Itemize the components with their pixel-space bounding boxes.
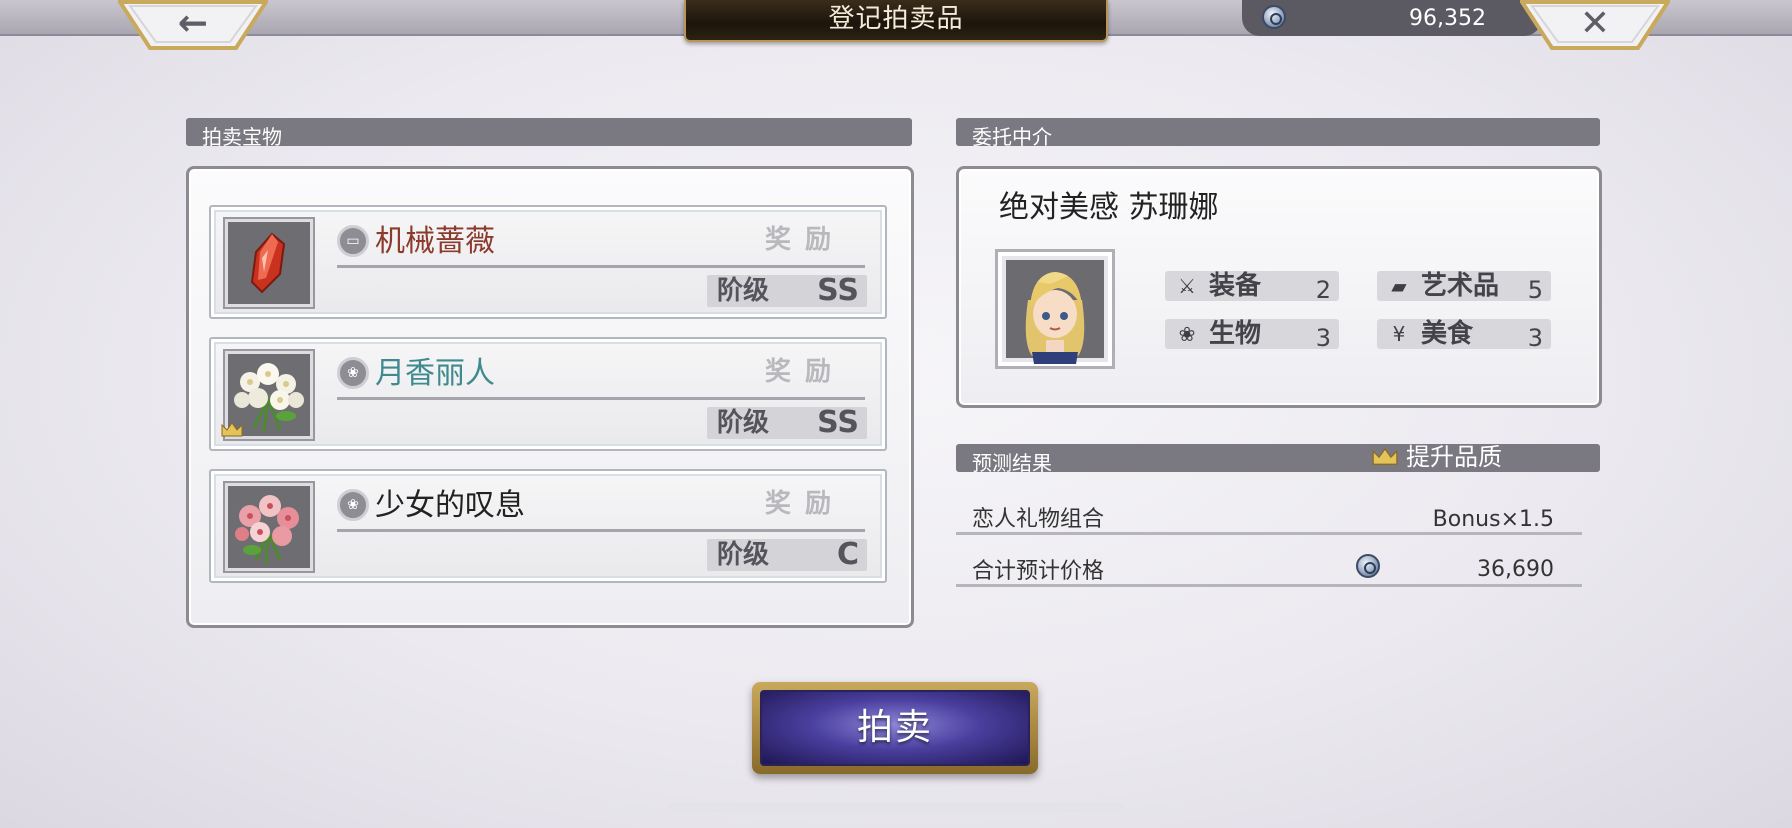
creature-category-icon: ❀: [337, 357, 369, 389]
stat-label: 装备: [1209, 271, 1262, 301]
agent-avatar-icon: [1006, 260, 1104, 364]
grade-label: 阶级: [717, 408, 770, 438]
stat-label: 生物: [1209, 319, 1262, 349]
grade-badge: 阶级 SS: [707, 407, 867, 439]
art-category-icon: ▭: [337, 225, 369, 257]
grade-value: C: [836, 537, 859, 572]
treasure-section-label: 拍卖宝物: [202, 125, 282, 149]
divider: [337, 397, 865, 400]
stat-value: 2: [1315, 276, 1331, 304]
crown-icon: [1372, 447, 1398, 465]
currency-display: 96,352: [1242, 0, 1542, 36]
close-icon: ✕: [1579, 3, 1611, 44]
stat-food: ¥ 美食 3: [1377, 319, 1551, 352]
grade-badge: 阶级 SS: [707, 275, 867, 307]
treasure-card-3[interactable]: ❀ 少女的叹息 奖励 阶级 C: [209, 469, 887, 583]
result-row-value: Bonus×1.5: [1432, 507, 1554, 532]
back-arrow-icon: ←: [177, 3, 209, 44]
agent-portrait: [995, 249, 1115, 369]
result-row-label: 合计预计价格: [972, 559, 1105, 584]
coin-icon: [1262, 5, 1286, 29]
crown-icon: [221, 422, 243, 437]
title-plate: 登记拍卖品: [684, 0, 1108, 42]
agent-panel[interactable]: 绝对美感 苏珊娜 ⚔ 装备 2 ▰ 艺术品 5 ❀ 生物 3 ¥ 美食 3: [956, 166, 1602, 408]
stat-art: ▰ 艺术品 5: [1377, 271, 1551, 304]
red-crystal-icon: [228, 222, 310, 304]
reward-label: 奖励: [764, 489, 845, 519]
result-row-divider: [956, 532, 1582, 535]
result-row-label: 恋人礼物组合: [972, 507, 1105, 532]
grade-value: SS: [817, 405, 859, 440]
divider: [337, 529, 865, 532]
agent-name: 绝对美感 苏珊娜: [999, 190, 1219, 225]
back-button[interactable]: ←: [118, 0, 268, 50]
equipment-icon: ⚔: [1178, 274, 1196, 298]
treasure-panel: ▭ 机械蔷薇 奖励 阶级 SS ❀ 月香丽人 奖励 阶级 SS ❀ 少女的叹息 …: [186, 166, 914, 628]
result-section-header: 预测结果 提升品质: [956, 443, 1600, 475]
item-thumbnail: [223, 481, 315, 573]
treasure-card-1[interactable]: ▭ 机械蔷薇 奖励 阶级 SS: [209, 205, 887, 319]
agent-section-label: 委托中介: [972, 125, 1052, 149]
treasure-card-2[interactable]: ❀ 月香丽人 奖励 阶级 SS: [209, 337, 887, 451]
stat-value: 5: [1527, 276, 1543, 304]
creature-category-icon: ❀: [337, 489, 369, 521]
treasure-section-header: 拍卖宝物: [186, 118, 912, 149]
grade-badge: 阶级 C: [707, 539, 867, 571]
bottom-handle: [668, 802, 1124, 812]
stat-value: 3: [1315, 324, 1331, 352]
grade-label: 阶级: [717, 540, 770, 570]
item-name: 月香丽人: [375, 356, 495, 391]
result-row-divider: [956, 584, 1582, 587]
stat-creature: ❀ 生物 3: [1165, 319, 1339, 352]
auction-button-label: 拍卖: [856, 707, 933, 748]
result-section-label: 预测结果: [972, 451, 1052, 475]
divider: [337, 265, 865, 268]
auction-button[interactable]: 拍卖: [752, 682, 1038, 774]
quality-label: 提升品质: [1406, 443, 1502, 471]
pink-flowers-icon: [228, 486, 310, 568]
reward-label: 奖励: [764, 357, 845, 387]
currency-amount: 96,352: [1409, 6, 1486, 31]
agent-section-header: 委托中介: [956, 118, 1600, 149]
grade-label: 阶级: [717, 276, 770, 306]
close-button[interactable]: ✕: [1520, 0, 1670, 50]
grade-value: SS: [817, 273, 859, 308]
page-title: 登记拍卖品: [828, 4, 964, 34]
item-name: 机械蔷薇: [375, 224, 495, 259]
stat-label: 美食: [1421, 319, 1474, 349]
result-row-value: 36,690: [1477, 557, 1554, 582]
art-icon: ▰: [1391, 274, 1407, 298]
reward-label: 奖励: [764, 225, 845, 255]
creature-icon: ❀: [1178, 322, 1196, 346]
food-icon: ¥: [1392, 322, 1406, 346]
stat-value: 3: [1527, 324, 1543, 352]
stat-equipment: ⚔ 装备 2: [1165, 271, 1339, 304]
item-thumbnail: [223, 217, 315, 309]
item-name: 少女的叹息: [375, 488, 525, 523]
stat-label: 艺术品: [1421, 271, 1500, 301]
